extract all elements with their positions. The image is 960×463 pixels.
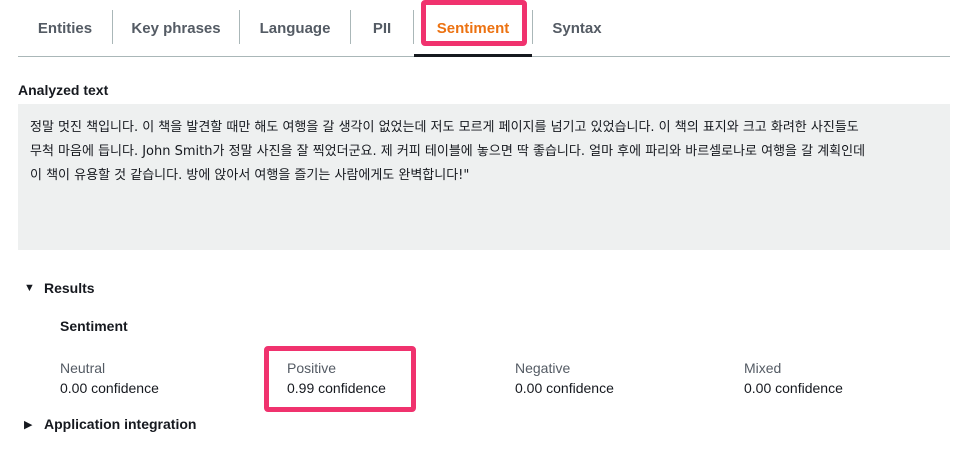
tab-label: Language	[259, 19, 331, 37]
sentiment-heading: Sentiment	[60, 318, 128, 334]
positive-result-highlight	[264, 346, 416, 412]
active-tab-underline	[414, 54, 532, 57]
metric-mixed: Mixed 0.00 confidence	[744, 358, 843, 398]
results-expander[interactable]: ▼ Results	[24, 280, 95, 296]
analyzed-text-line: 무척 마음에 듭니다. John Smith가 정말 사진을 잘 찍었더군요. …	[30, 144, 866, 159]
tab-divider	[413, 10, 414, 44]
tab-label: Key phrases	[131, 19, 221, 37]
metric-label: Negative	[515, 360, 571, 376]
sentiment-tab-highlight	[421, 0, 527, 46]
results-label: Results	[44, 280, 95, 296]
metric-value: 0.00 confidence	[744, 380, 843, 396]
caret-down-icon: ▼	[24, 282, 35, 294]
metric-label: Mixed	[744, 360, 782, 376]
analyzed-text-line: 정말 멋진 책입니다. 이 책을 발견할 때만 해도 여행을 갈 생각이 없었는…	[30, 120, 859, 135]
metric-neutral: Neutral 0.00 confidence	[60, 358, 159, 398]
tab-label: Entities	[37, 19, 93, 37]
tab-pii[interactable]: PII	[351, 0, 413, 56]
application-integration-label: Application integration	[44, 416, 197, 432]
analyzed-text-line: 이 책이 유용할 것 같습니다. 방에 앉아서 여행을 즐기는 사람에게도 완벽…	[30, 168, 470, 183]
tab-label: PII	[372, 19, 392, 37]
metric-value: 0.00 confidence	[60, 380, 159, 396]
tab-syntax[interactable]: Syntax	[533, 0, 621, 56]
tab-language[interactable]: Language	[240, 0, 350, 56]
analyzed-text-label: Analyzed text	[18, 82, 109, 98]
tab-key-phrases[interactable]: Key phrases	[113, 0, 239, 56]
tab-entities[interactable]: Entities	[18, 0, 112, 56]
metric-label: Neutral	[60, 360, 106, 376]
analyzed-text-box: 정말 멋진 책입니다. 이 책을 발견할 때만 해도 여행을 갈 생각이 없었는…	[18, 104, 950, 250]
metric-negative: Negative 0.00 confidence	[515, 358, 614, 398]
metric-value: 0.00 confidence	[515, 380, 614, 396]
application-integration-expander[interactable]: ▶ Application integration	[24, 416, 196, 432]
tab-label: Syntax	[552, 19, 602, 37]
caret-right-icon: ▶	[24, 418, 33, 431]
